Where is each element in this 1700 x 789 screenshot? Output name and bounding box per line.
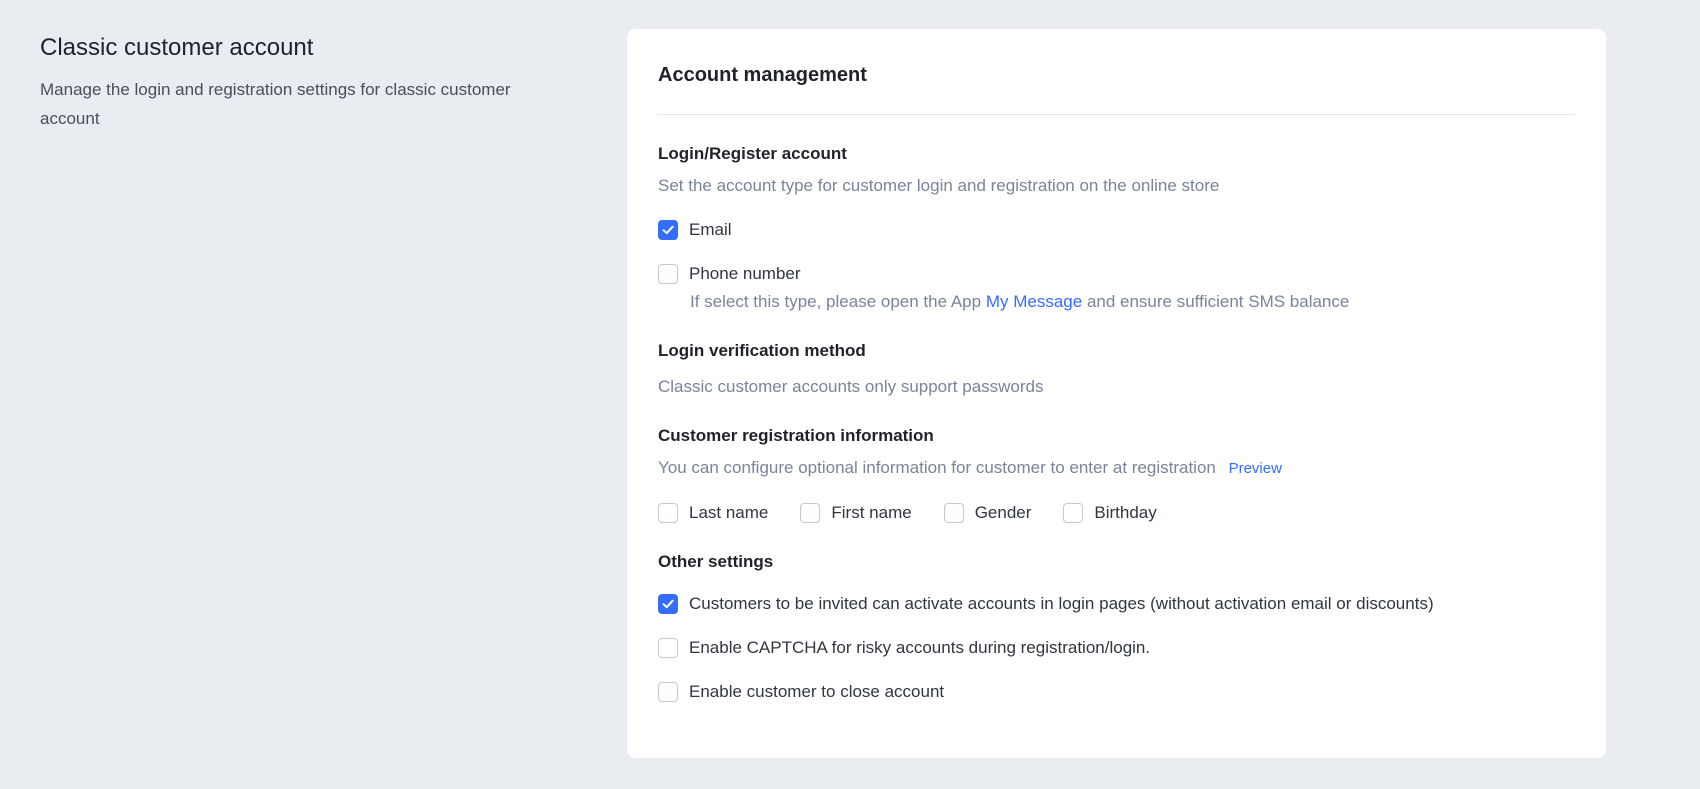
checkbox-gender[interactable]: Gender (943, 502, 1032, 524)
checkbox-first-name-label: First name (831, 503, 912, 522)
registration-info-description: You can configure optional information f… (658, 458, 1216, 477)
checkbox-gender-label: Gender (974, 503, 1032, 522)
phone-note-text-end: and ensure sufficient SMS balance (1086, 292, 1350, 311)
checkbox-unchecked-icon[interactable] (658, 264, 678, 284)
checkbox-birthday-label: Birthday (1094, 503, 1157, 522)
phone-note-text: If select this type, please open the App (690, 292, 982, 311)
section-title: Classic customer account (40, 34, 314, 61)
checkbox-unchecked-icon[interactable] (943, 503, 964, 523)
phone-number-note: If select this type, please open the App… (690, 291, 1575, 313)
checkbox-last-name[interactable]: Last name (658, 502, 768, 524)
registration-info-description-row: You can configure optional information f… (658, 457, 1575, 480)
checkbox-invited-activate[interactable]: Customers to be invited can activate acc… (658, 593, 1575, 615)
preview-link[interactable]: Preview (1229, 460, 1282, 477)
other-settings-group: Other settings Customers to be invited c… (658, 551, 1575, 703)
checkbox-checked-icon[interactable] (658, 594, 678, 614)
account-management-card: Account management Login/Register accoun… (627, 29, 1606, 758)
checkbox-last-name-label: Last name (689, 503, 769, 522)
checkbox-phone-number[interactable]: Phone number (658, 263, 1575, 285)
checkbox-captcha[interactable]: Enable CAPTCHA for risky accounts during… (658, 637, 1575, 659)
section-description: Manage the login and registration settin… (40, 80, 511, 128)
registration-info-group: Customer registration information You ca… (658, 425, 1575, 524)
checkbox-close-account[interactable]: Enable customer to close account (658, 681, 1575, 703)
checkbox-checked-icon[interactable] (658, 220, 678, 240)
checkbox-unchecked-icon[interactable] (658, 682, 678, 702)
checkbox-captcha-label: Enable CAPTCHA for risky accounts during… (689, 638, 1151, 657)
verification-description: Classic customer accounts only support p… (658, 377, 1044, 396)
checkbox-unchecked-icon[interactable] (800, 503, 821, 523)
login-register-description: Set the account type for customer login … (658, 176, 1220, 195)
checkbox-email-label: Email (689, 220, 732, 239)
registration-info-title: Customer registration information (658, 426, 934, 445)
checkbox-unchecked-icon[interactable] (658, 503, 678, 523)
checkbox-birthday[interactable]: Birthday (1063, 502, 1157, 524)
intro-section: Classic customer account Manage the logi… (40, 33, 520, 133)
checkbox-first-name[interactable]: First name (800, 502, 912, 524)
checkbox-invited-activate-label: Customers to be invited can activate acc… (689, 594, 1434, 613)
verification-group: Login verification method Classic custom… (658, 340, 1575, 398)
checkbox-email[interactable]: Email (658, 219, 1575, 241)
my-message-link[interactable]: My Message (986, 292, 1082, 311)
checkbox-unchecked-icon[interactable] (1063, 503, 1084, 523)
card-title: Account management (658, 29, 1575, 115)
verification-title: Login verification method (658, 341, 866, 360)
registration-fields: Last name First name Gender Birthday (658, 502, 1575, 524)
login-register-group: Login/Register account Set the account t… (658, 143, 1575, 313)
login-register-title: Login/Register account (658, 144, 847, 163)
checkbox-close-account-label: Enable customer to close account (689, 682, 945, 701)
other-settings-title: Other settings (658, 552, 774, 571)
checkbox-unchecked-icon[interactable] (658, 638, 678, 658)
checkbox-phone-label: Phone number (689, 264, 801, 283)
